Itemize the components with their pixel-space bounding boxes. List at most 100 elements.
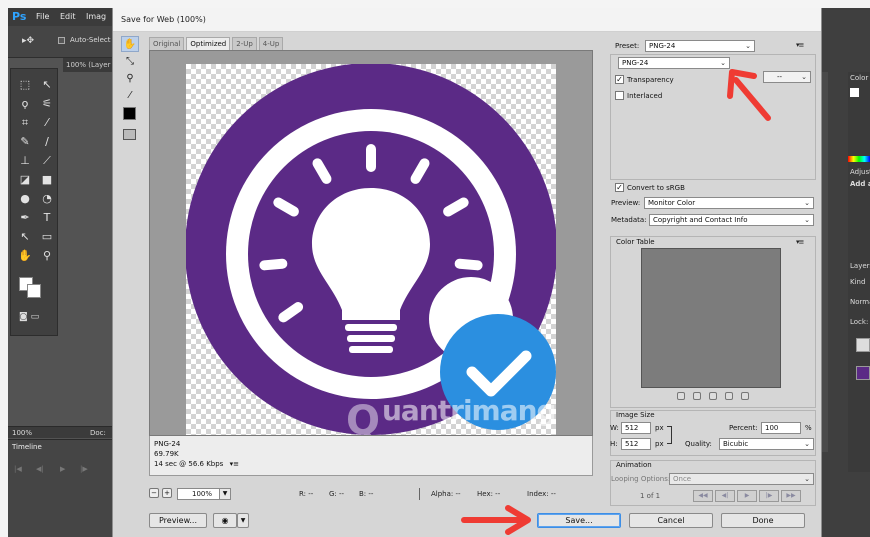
lasso-tool-icon[interactable]: ϙ [17, 96, 33, 112]
magic-wand-icon[interactable]: ⚟ [39, 96, 55, 112]
timeline-first-icon[interactable]: |◀ [14, 465, 22, 473]
web-shift-icon[interactable] [693, 392, 701, 400]
transparency-checkbox[interactable]: ✓ [615, 75, 624, 84]
delete-color-icon[interactable] [741, 392, 749, 400]
timeline-prev-icon[interactable]: ◀| [36, 465, 44, 473]
marquee-tool-icon[interactable]: ⬚ [17, 77, 33, 93]
brush-tool-icon[interactable]: ∕ [39, 134, 55, 150]
layer-kind-filter[interactable]: Kind [850, 278, 865, 286]
tab-2-up[interactable]: 2-Up [232, 37, 257, 50]
color-table-menu-icon[interactable]: ▾≡ [796, 238, 804, 246]
blend-mode-select[interactable]: Normal [850, 298, 870, 306]
toggle-slices-icon[interactable] [123, 129, 136, 140]
gradient-tool-icon[interactable]: ■ [39, 172, 55, 188]
looping-value: Once [673, 475, 692, 483]
info-format: PNG-24 [154, 440, 181, 448]
quality-select[interactable]: Bicubic ⌄ [719, 438, 814, 450]
preview-button[interactable]: Preview... [149, 513, 207, 528]
constrain-proportions-icon[interactable] [667, 426, 672, 444]
add-adjustment-label: Add an [850, 180, 870, 188]
preview-mode-select[interactable]: Monitor Color ⌄ [644, 197, 814, 209]
arrow-annotation-icon [461, 505, 531, 535]
dodge-tool-icon[interactable]: ◔ [39, 191, 55, 207]
tab-optimized[interactable]: Optimized [186, 37, 231, 50]
layers-panel-tab[interactable]: Layers [850, 262, 870, 270]
timeline-title: Timeline [12, 443, 42, 451]
color-table-area[interactable] [641, 248, 781, 388]
ps-status-doc: Doc: [90, 429, 106, 437]
quick-mask-icon[interactable]: ◙ ▭ [19, 312, 49, 324]
chevron-down-icon: ⌄ [804, 475, 810, 483]
layer-thumbnail[interactable] [856, 338, 870, 352]
next-frame-icon[interactable]: |▶ [759, 490, 779, 502]
healing-brush-icon[interactable]: ✎ [17, 134, 33, 150]
dialog-titlebar[interactable]: Save for Web (100%) [113, 8, 821, 32]
color-panel-swatch[interactable] [850, 88, 859, 97]
height-field[interactable]: 512 [621, 438, 651, 450]
optimize-menu-icon[interactable]: ▾≡ [796, 41, 804, 49]
save-button[interactable]: Save... [537, 513, 621, 528]
readout-r: R: -- [299, 490, 314, 498]
eyedropper-color-swatch[interactable] [123, 107, 136, 120]
readout-g: G: -- [329, 490, 345, 498]
image-info-panel: PNG-24 69.79K 14 sec @ 56.6 Kbps ▾≡ [149, 436, 593, 476]
move-tool-icon[interactable]: ▸✥ [22, 36, 34, 46]
percent-field[interactable]: 100 [761, 422, 801, 434]
ps-panel-stack: Color Adjust Add an Layers Kind Normal L… [848, 72, 870, 472]
ps-timeline-panel: Timeline |◀ ◀| ▶ |▶ [8, 439, 120, 537]
type-tool-icon[interactable]: T [39, 210, 55, 226]
hand-tool-icon[interactable]: ✋ [121, 36, 139, 52]
ps-menu-edit[interactable]: Edit [60, 12, 76, 21]
new-color-icon[interactable] [725, 392, 733, 400]
history-brush-icon[interactable]: ⟋ [39, 153, 55, 169]
width-label: W: [610, 424, 619, 432]
ps-menu-image[interactable]: Imag [86, 12, 106, 21]
browser-preview-icon[interactable]: ◉ [213, 513, 237, 528]
stamp-tool-icon[interactable]: ⊥ [17, 153, 33, 169]
eyedropper-tool-icon[interactable]: ⁄ [39, 115, 55, 131]
background-color-swatch[interactable] [27, 284, 41, 298]
shape-tool-icon[interactable]: ▭ [39, 229, 55, 245]
map-transparency-icon[interactable] [677, 392, 685, 400]
zoom-tool-icon[interactable]: ⚲ [121, 71, 139, 87]
interlaced-checkbox[interactable] [615, 91, 624, 100]
slice-select-icon[interactable]: ⤡ [121, 54, 139, 70]
eraser-tool-icon[interactable]: ◪ [17, 172, 33, 188]
lock-color-icon[interactable] [709, 392, 717, 400]
file-format-select[interactable]: PNG-24 ⌄ [618, 57, 730, 69]
crop-tool-icon[interactable]: ⌗ [17, 115, 33, 131]
color-spectrum[interactable] [848, 156, 870, 162]
convert-srgb-checkbox[interactable]: ✓ [615, 183, 624, 192]
info-menu-icon[interactable]: ▾≡ [230, 460, 239, 468]
metadata-select[interactable]: Copyright and Contact Info ⌄ [649, 214, 814, 226]
zoom-out-button[interactable]: − [149, 488, 159, 498]
color-panel-tab[interactable]: Color [850, 74, 868, 82]
timeline-next-icon[interactable]: |▶ [80, 465, 88, 473]
eyedropper-tool-icon[interactable]: ⁄ [121, 88, 139, 104]
cancel-button[interactable]: Cancel [629, 513, 713, 528]
path-select-icon[interactable]: ↖ [17, 229, 33, 245]
width-field[interactable]: 512 [621, 422, 651, 434]
looping-select[interactable]: Once ⌄ [669, 473, 814, 485]
zoom-tool-icon[interactable]: ⚲ [39, 248, 55, 264]
timeline-play-icon[interactable]: ▶ [60, 465, 65, 473]
zoom-dropdown-chevron-icon[interactable]: ▼ [219, 488, 231, 500]
play-icon[interactable]: ▶ [737, 490, 757, 502]
preview-image: Q uantrimang [186, 64, 556, 435]
last-frame-icon[interactable]: ▶▶ [781, 490, 801, 502]
pen-tool-icon[interactable]: ✒ [17, 210, 33, 226]
layer-thumbnail[interactable] [856, 366, 870, 380]
preview-canvas[interactable]: Q uantrimang [149, 50, 593, 436]
done-button[interactable]: Done [721, 513, 805, 528]
browser-dropdown-chevron-icon[interactable]: ▼ [237, 513, 249, 528]
tab-4-up[interactable]: 4-Up [258, 37, 284, 50]
tab-original[interactable]: Original [149, 37, 185, 50]
preset-select[interactable]: PNG-24 ⌄ [645, 40, 755, 52]
auto-select-checkbox[interactable] [58, 37, 65, 44]
adjustments-panel-tab[interactable]: Adjust [850, 168, 870, 176]
ps-menu-file[interactable]: File [36, 12, 49, 21]
hand-tool-icon[interactable]: ✋ [17, 248, 33, 264]
blur-tool-icon[interactable]: ● [17, 191, 33, 207]
move-tool-icon[interactable]: ↖ [39, 77, 55, 93]
zoom-in-button[interactable]: + [162, 488, 172, 498]
